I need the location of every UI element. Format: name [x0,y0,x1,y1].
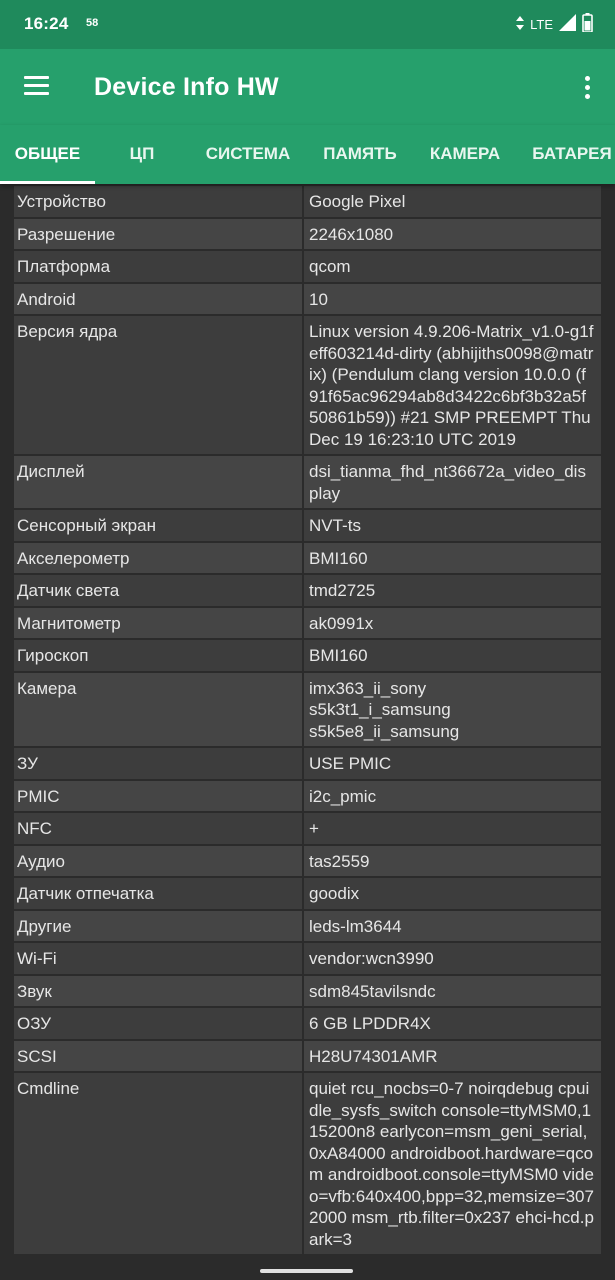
active-tab-indicator [0,181,95,184]
list-item: Датчик отпечатка goodix [14,878,601,909]
network-type-label: LTE [530,16,553,32]
item-value: sdm845tavilsndc [304,975,601,1006]
item-value: ak0991x [304,607,601,638]
list-item: Платформа qcom [14,251,601,282]
tab-battery[interactable]: БАТАРЕЯ [517,125,615,184]
item-value: NVT-ts [304,510,601,541]
item-value: USE PMIC [304,748,601,779]
item-value: vendor:wcn3990 [304,943,601,974]
list-item: Wi-Fi vendor:wcn3990 [14,943,601,974]
item-value: qcom [304,251,601,282]
item-label: Другие [14,910,302,941]
gesture-nav-handle[interactable] [260,1269,353,1273]
more-vert-icon[interactable] [573,71,601,103]
item-value: BMI160 [304,640,601,671]
data-activity-icon [516,15,525,33]
list-item: Устройство Google Pixel [14,186,601,217]
list-item: Гироскоп BMI160 [14,640,601,671]
item-label: ОЗУ [14,1008,302,1039]
list-item: Звук sdm845tavilsndc [14,975,601,1006]
list-item: Камера imx363_ii_sony s5k3t1_i_samsung s5… [14,672,601,746]
list-item: Cmdline quiet rcu_nocbs=0-7 noirqdebug cp… [14,1073,601,1254]
item-label: Датчик отпечатка [14,878,302,909]
list-item: SCSI H28U74301AMR [14,1040,601,1071]
item-value: Google Pixel [304,186,601,217]
item-value: + [304,813,601,844]
list-item: Датчик света tmd2725 [14,575,601,606]
list-item: Дисплей dsi_tianma_fhd_nt36672a_video_dis… [14,456,601,508]
item-value: 10 [304,283,601,314]
item-value: goodix [304,878,601,909]
tab-memory[interactable]: ПАМЯТЬ [307,125,413,184]
app-bar: Device Info HW [0,49,615,125]
status-time: 16:24 [24,14,69,33]
item-value: BMI160 [304,542,601,573]
app-title: Device Info HW [94,73,279,101]
item-value: Linux version 4.9.206-Matrix_v1.0-g1feff… [304,316,601,454]
notification-count: 58 [86,17,99,29]
list-item: Другие leds-lm3644 [14,910,601,941]
list-item: Разрешение 2246x1080 [14,218,601,249]
tab-bar: ОБЩЕЕ ЦП СИСТЕМА ПАМЯТЬ КАМЕРА БАТАРЕЯ [0,125,615,184]
status-bar: 16:24 58 LTE [0,0,615,49]
list-item: Android 10 [14,283,601,314]
item-value: i2c_pmic [304,780,601,811]
list-item: Версия ядра Linux version 4.9.206-Matrix_… [14,316,601,454]
item-label: Cmdline [14,1073,302,1254]
item-label: SCSI [14,1040,302,1071]
item-value: H28U74301AMR [304,1040,601,1071]
item-label: Платформа [14,251,302,282]
list-item: ОЗУ 6 GB LPDDR4X [14,1008,601,1039]
list-item: Магнитометр ak0991x [14,607,601,638]
list-item: PMIC i2c_pmic [14,780,601,811]
signal-icon [559,14,576,34]
list-item: Аудио tas2559 [14,845,601,876]
item-value: 2246x1080 [304,218,601,249]
tab-camera[interactable]: КАМЕРА [413,125,517,184]
item-label: Датчик света [14,575,302,606]
item-value: tas2559 [304,845,601,876]
info-list[interactable]: Устройство Google Pixel Разрешение 2246x10… [14,186,601,1280]
item-value: leds-lm3644 [304,910,601,941]
item-label: Акселерометр [14,542,302,573]
item-value: 6 GB LPDDR4X [304,1008,601,1039]
item-label: NFC [14,813,302,844]
item-label: Магнитометр [14,607,302,638]
item-label: Гироскоп [14,640,302,671]
tab-cpu[interactable]: ЦП [95,125,189,184]
item-label: Сенсорный экран [14,510,302,541]
battery-icon [582,13,593,35]
list-item: Акселерометр BMI160 [14,542,601,573]
tab-system[interactable]: СИСТЕМА [189,125,307,184]
item-label: Версия ядра [14,316,302,454]
item-label: Android [14,283,302,314]
item-label: Разрешение [14,218,302,249]
list-item: ЗУ USE PMIC [14,748,601,779]
item-label: ЗУ [14,748,302,779]
tab-general[interactable]: ОБЩЕЕ [0,125,95,184]
item-label: Устройство [14,186,302,217]
item-value: dsi_tianma_fhd_nt36672a_video_display [304,456,601,508]
item-label: Дисплей [14,456,302,508]
status-icons: LTE [516,13,593,35]
list-item: Сенсорный экран NVT-ts [14,510,601,541]
hamburger-menu-icon[interactable] [22,73,52,101]
item-label: Камера [14,672,302,746]
item-label: PMIC [14,780,302,811]
item-value: quiet rcu_nocbs=0-7 noirqdebug cpuidle_s… [304,1073,601,1254]
item-value: tmd2725 [304,575,601,606]
item-label: Звук [14,975,302,1006]
list-item: NFC + [14,813,601,844]
item-label: Wi-Fi [14,943,302,974]
item-label: Аудио [14,845,302,876]
item-value: imx363_ii_sony s5k3t1_i_samsung s5k5e8_i… [304,672,601,746]
